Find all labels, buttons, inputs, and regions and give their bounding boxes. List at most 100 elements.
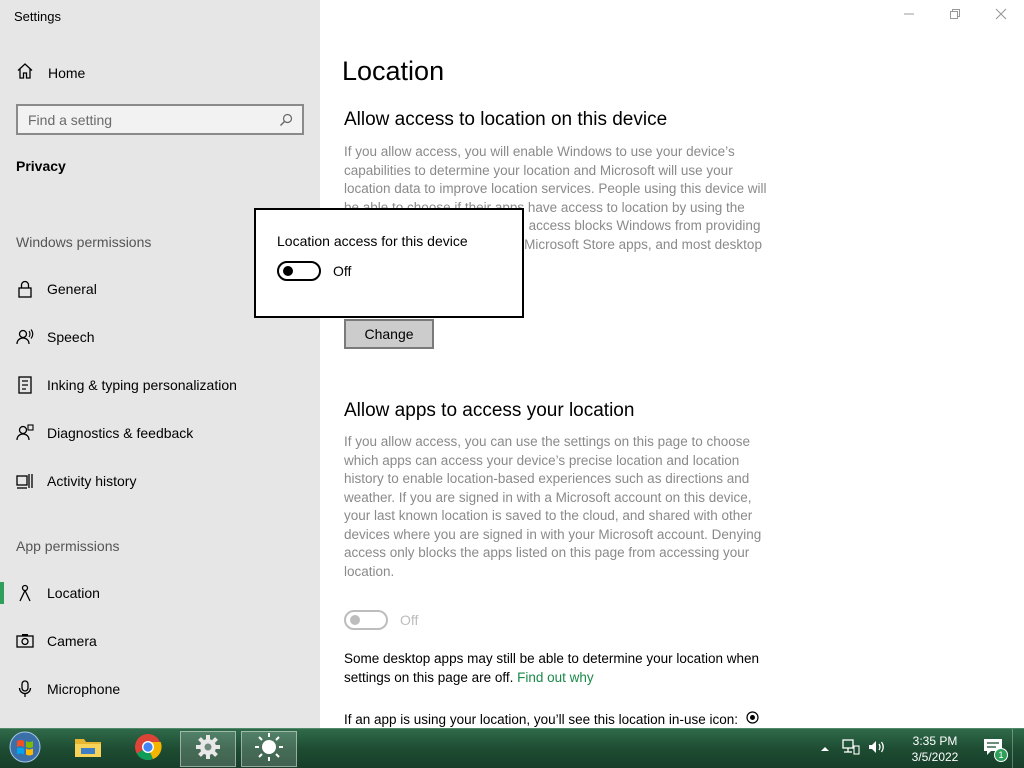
description-line: which apps can access your device’s prec… [344, 452, 740, 468]
search-icon[interactable] [278, 112, 294, 128]
sidebar-item-label: Diagnostics & feedback [47, 425, 194, 441]
toggle-knob [283, 266, 293, 276]
description-line: your last known location is saved to the… [344, 508, 753, 523]
popup-title: Location access for this device [277, 233, 468, 249]
folder-icon [73, 734, 103, 765]
sidebar-item-label: Camera [47, 633, 97, 649]
minimize-button[interactable] [886, 0, 932, 32]
window-controls [886, 0, 1024, 32]
diagnostics-icon [16, 424, 34, 442]
taskbar-brightness[interactable] [241, 731, 297, 767]
sidebar-item-label: General [47, 281, 97, 297]
sidebar-item-diagnostics[interactable]: Diagnostics & feedback [0, 415, 320, 451]
find-out-why-link[interactable]: Find out why [517, 670, 594, 685]
sidebar-item-label: Inking & typing personalization [47, 377, 237, 393]
home-icon [16, 62, 34, 85]
change-button[interactable]: Change [344, 319, 434, 349]
taskbar-file-explorer[interactable] [60, 731, 116, 767]
microphone-icon [16, 680, 34, 698]
lock-icon [16, 280, 34, 298]
apps-access-description: If you allow access, you can use the set… [344, 433, 784, 581]
taskbar-settings[interactable] [180, 731, 236, 767]
desktop-apps-note: Some desktop apps may still be able to d… [344, 650, 794, 687]
show-hidden-icons-button[interactable] [814, 738, 836, 760]
description-line: access only blocks the apps listed on th… [344, 545, 750, 560]
sidebar-item-label: Microphone [47, 681, 121, 697]
location-access-toggle-state: Off [333, 263, 352, 279]
restore-icon [949, 7, 961, 25]
nav-home-label: Home [48, 65, 86, 81]
main-content: Location Allow access to location on thi… [320, 0, 1024, 728]
clock-time: 3:35 PM [912, 734, 958, 748]
device-access-heading: Allow access to location on this device [344, 109, 668, 130]
note-line: settings on this page are off. Find out … [344, 669, 794, 688]
description-line: If you allow access, you will enable Win… [344, 144, 735, 159]
sidebar-item-speech[interactable]: Speech [0, 319, 320, 355]
description-line: If you allow access, you can use the set… [344, 434, 750, 449]
note-line: Some desktop apps may still be able to d… [344, 651, 759, 666]
search-box[interactable] [16, 104, 304, 135]
section-title: Privacy [16, 158, 66, 174]
apps-location-toggle-row: Off [344, 610, 418, 630]
sidebar-item-inking-typing[interactable]: Inking & typing personalization [0, 367, 320, 403]
location-access-popup: Location access for this device Off [254, 208, 524, 318]
description-line: devices where you are signed in with you… [344, 526, 762, 542]
toggle-knob [350, 615, 360, 625]
minimize-icon [903, 7, 915, 25]
description-line: history to enable location-based experie… [344, 471, 750, 486]
gear-icon [195, 734, 221, 765]
apps-access-heading: Allow apps to access your location [344, 400, 635, 421]
speaker-icon [868, 739, 886, 760]
start-button[interactable] [6, 731, 44, 767]
network-icon [842, 738, 860, 760]
windows-start-icon [9, 731, 41, 768]
app-permissions-label: App permissions [16, 538, 120, 554]
camera-icon [16, 632, 34, 650]
inking-icon [16, 376, 34, 394]
volume-button[interactable] [866, 738, 888, 760]
nav-home[interactable]: Home [0, 58, 320, 88]
sidebar-item-label: Location [47, 585, 100, 601]
location-access-toggle[interactable] [277, 261, 321, 281]
sun-icon [254, 732, 284, 767]
windows-permissions-label: Windows permissions [16, 234, 152, 250]
description-line: location data to improve location servic… [344, 181, 767, 196]
description-line: capabilities to determine your location … [344, 162, 733, 178]
clock[interactable]: 3:35 PM 3/5/2022 [898, 733, 972, 765]
sidebar-item-location[interactable]: Location [0, 575, 320, 611]
description-line: weather. If you are signed in with a Mic… [344, 489, 752, 505]
restore-button[interactable] [932, 0, 978, 32]
chevron-up-icon [820, 740, 830, 758]
notification-count-badge: 1 [994, 748, 1008, 762]
close-icon [995, 7, 1007, 25]
speech-icon [16, 328, 34, 346]
apps-location-toggle[interactable] [344, 610, 388, 630]
location-icon [16, 584, 34, 602]
sidebar-item-activity-history[interactable]: Activity history [0, 463, 320, 499]
sidebar-item-microphone[interactable]: Microphone [0, 671, 320, 707]
taskbar: 3:35 PM 3/5/2022 1 [0, 728, 1024, 768]
apps-location-toggle-state: Off [400, 612, 419, 628]
popup-toggle-row: Off [277, 261, 351, 281]
sidebar-item-label: Speech [47, 329, 95, 345]
chrome-icon [134, 733, 162, 766]
close-button[interactable] [978, 0, 1024, 32]
in-use-text: If an app is using your location, you’ll… [344, 712, 738, 727]
network-button[interactable] [840, 738, 862, 760]
note-text: settings on this page are off. [344, 669, 514, 685]
clock-date: 3/5/2022 [911, 750, 959, 764]
in-use-icon-note: If an app is using your location, you’ll… [344, 711, 804, 728]
action-center-button[interactable]: 1 [982, 738, 1008, 762]
app-title: Settings [14, 9, 61, 24]
sidebar: Settings Home Privacy Windows permission… [0, 0, 320, 728]
search-input[interactable] [28, 111, 278, 128]
taskbar-chrome[interactable] [120, 731, 176, 767]
location-in-use-icon [746, 711, 759, 728]
sidebar-item-camera[interactable]: Camera [0, 623, 320, 659]
page-title: Location [342, 56, 445, 86]
description-line: location. [344, 563, 395, 579]
show-desktop-button[interactable] [1012, 729, 1024, 768]
system-tray: 3:35 PM 3/5/2022 1 [812, 729, 1024, 768]
sidebar-item-label: Activity history [47, 473, 137, 489]
activity-history-icon [16, 472, 34, 490]
